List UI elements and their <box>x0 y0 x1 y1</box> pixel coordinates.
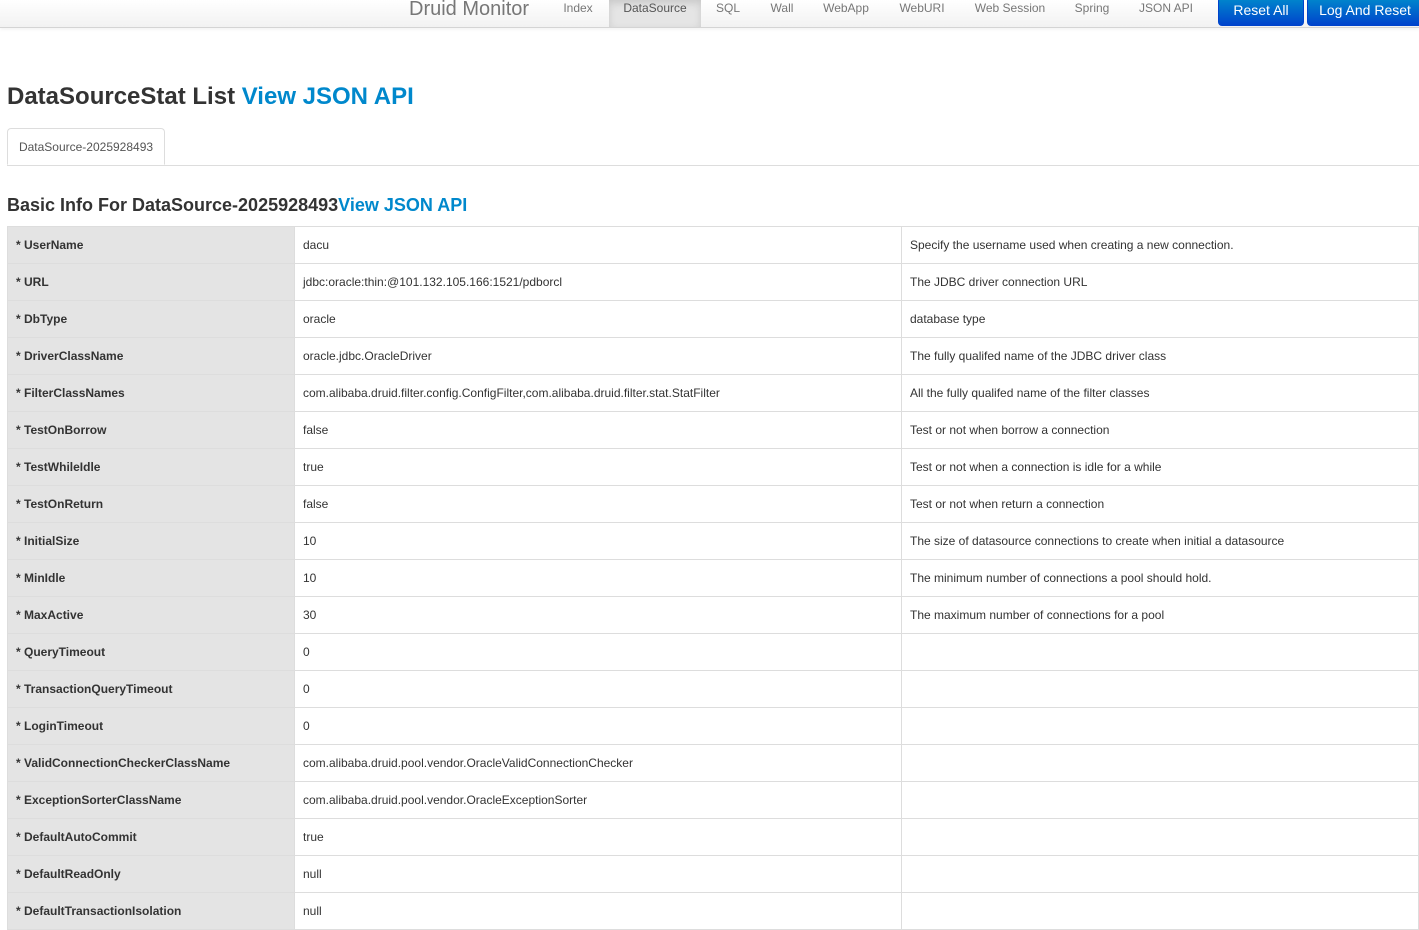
property-value: true <box>295 449 902 486</box>
basic-info-table: * UserNamedacuSpecify the username used … <box>7 226 1419 930</box>
page-title-text: DataSourceStat List <box>7 83 235 110</box>
datasource-tabs: DataSource-2025928493 <box>7 128 1419 166</box>
property-value: com.alibaba.druid.pool.vendor.OracleVali… <box>295 745 902 782</box>
property-value: 0 <box>295 634 902 671</box>
property-value: null <box>295 893 902 930</box>
property-description <box>902 634 1419 671</box>
property-description: Test or not when return a connection <box>902 486 1419 523</box>
property-description: Test or not when borrow a connection <box>902 412 1419 449</box>
property-name: * TestWhileIdle <box>8 449 295 486</box>
property-value: false <box>295 486 902 523</box>
property-value: jdbc:oracle:thin:@101.132.105.166:1521/p… <box>295 264 902 301</box>
nav-item-weburi[interactable]: WebURI <box>893 0 951 27</box>
property-value: oracle <box>295 301 902 338</box>
property-name: * DefaultReadOnly <box>8 856 295 893</box>
property-value: dacu <box>295 227 902 264</box>
nav-item-index[interactable]: Index <box>553 0 603 27</box>
table-row: * TestOnBorrowfalseTest or not when borr… <box>8 412 1419 449</box>
table-row: * DefaultReadOnlynull <box>8 856 1419 893</box>
section-view-json-api-link[interactable]: View JSON API <box>338 195 467 215</box>
table-row: * URLjdbc:oracle:thin:@101.132.105.166:1… <box>8 264 1419 301</box>
tab-datasource[interactable]: DataSource-2025928493 <box>7 128 165 165</box>
property-description <box>902 671 1419 708</box>
page-title: DataSourceStat List View JSON API <box>7 82 414 112</box>
property-name: * ValidConnectionCheckerClassName <box>8 745 295 782</box>
property-value: 10 <box>295 523 902 560</box>
nav-item-webapp[interactable]: WebApp <box>817 0 875 27</box>
view-json-api-link[interactable]: View JSON API <box>242 83 414 110</box>
property-value: 0 <box>295 671 902 708</box>
property-description <box>902 819 1419 856</box>
nav-item-sql[interactable]: SQL <box>708 0 748 27</box>
property-value: 0 <box>295 708 902 745</box>
table-row: * QueryTimeout0 <box>8 634 1419 671</box>
table-row: * TestWhileIdletrueTest or not when a co… <box>8 449 1419 486</box>
table-row: * DriverClassNameoracle.jdbc.OracleDrive… <box>8 338 1419 375</box>
property-name: * DbType <box>8 301 295 338</box>
property-value: 10 <box>295 560 902 597</box>
property-value: false <box>295 412 902 449</box>
property-name: * TestOnReturn <box>8 486 295 523</box>
property-description <box>902 893 1419 930</box>
top-navbar: Druid Monitor Index DataSource SQL Wall … <box>0 0 1419 28</box>
property-description <box>902 745 1419 782</box>
property-value: 30 <box>295 597 902 634</box>
section-title: Basic Info For DataSource-2025928493View… <box>7 193 467 217</box>
property-value: oracle.jdbc.OracleDriver <box>295 338 902 375</box>
log-and-reset-button[interactable]: Log And Reset <box>1307 0 1419 26</box>
section-title-text: Basic Info For DataSource-2025928493 <box>7 195 338 215</box>
property-name: * UserName <box>8 227 295 264</box>
property-description: Test or not when a connection is idle fo… <box>902 449 1419 486</box>
nav-item-datasource[interactable]: DataSource <box>609 0 701 27</box>
property-name: * TestOnBorrow <box>8 412 295 449</box>
property-description: The size of datasource connections to cr… <box>902 523 1419 560</box>
property-description <box>902 856 1419 893</box>
property-description: The maximum number of connections for a … <box>902 597 1419 634</box>
table-row: * InitialSize10The size of datasource co… <box>8 523 1419 560</box>
property-name: * DriverClassName <box>8 338 295 375</box>
property-name: * LoginTimeout <box>8 708 295 745</box>
table-row: * TransactionQueryTimeout0 <box>8 671 1419 708</box>
property-name: * MaxActive <box>8 597 295 634</box>
property-description <box>902 782 1419 819</box>
table-row: * MinIdle10The minimum number of connect… <box>8 560 1419 597</box>
table-row: * ValidConnectionCheckerClassNamecom.ali… <box>8 745 1419 782</box>
property-value: true <box>295 819 902 856</box>
table-row: * MaxActive30The maximum number of conne… <box>8 597 1419 634</box>
property-name: * DefaultAutoCommit <box>8 819 295 856</box>
property-name: * TransactionQueryTimeout <box>8 671 295 708</box>
property-description: The fully qualifed name of the JDBC driv… <box>902 338 1419 375</box>
nav-item-spring[interactable]: Spring <box>1068 0 1116 27</box>
property-value: null <box>295 856 902 893</box>
table-row: * DbTypeoracledatabase type <box>8 301 1419 338</box>
brand-title[interactable]: Druid Monitor <box>409 0 529 21</box>
property-name: * FilterClassNames <box>8 375 295 412</box>
property-description: All the fully qualifed name of the filte… <box>902 375 1419 412</box>
reset-all-button[interactable]: Reset All <box>1218 0 1304 26</box>
property-description <box>902 708 1419 745</box>
table-row: * LoginTimeout0 <box>8 708 1419 745</box>
property-name: * InitialSize <box>8 523 295 560</box>
nav-item-json-api[interactable]: JSON API <box>1134 0 1198 27</box>
property-name: * ExceptionSorterClassName <box>8 782 295 819</box>
basic-info-table-body: * UserNamedacuSpecify the username used … <box>8 227 1419 930</box>
table-row: * DefaultAutoCommittrue <box>8 819 1419 856</box>
property-name: * QueryTimeout <box>8 634 295 671</box>
property-name: * DefaultTransactionIsolation <box>8 893 295 930</box>
table-row: * TestOnReturnfalseTest or not when retu… <box>8 486 1419 523</box>
property-description: The minimum number of connections a pool… <box>902 560 1419 597</box>
property-description: The JDBC driver connection URL <box>902 264 1419 301</box>
table-row: * FilterClassNamescom.alibaba.druid.filt… <box>8 375 1419 412</box>
table-row: * DefaultTransactionIsolationnull <box>8 893 1419 930</box>
property-value: com.alibaba.druid.pool.vendor.OracleExce… <box>295 782 902 819</box>
property-name: * URL <box>8 264 295 301</box>
property-description: Specify the username used when creating … <box>902 227 1419 264</box>
property-value: com.alibaba.druid.filter.config.ConfigFi… <box>295 375 902 412</box>
table-row: * UserNamedacuSpecify the username used … <box>8 227 1419 264</box>
nav-item-web-session[interactable]: Web Session <box>969 0 1051 27</box>
property-name: * MinIdle <box>8 560 295 597</box>
nav-item-wall[interactable]: Wall <box>764 0 800 27</box>
table-row: * ExceptionSorterClassNamecom.alibaba.dr… <box>8 782 1419 819</box>
property-description: database type <box>902 301 1419 338</box>
